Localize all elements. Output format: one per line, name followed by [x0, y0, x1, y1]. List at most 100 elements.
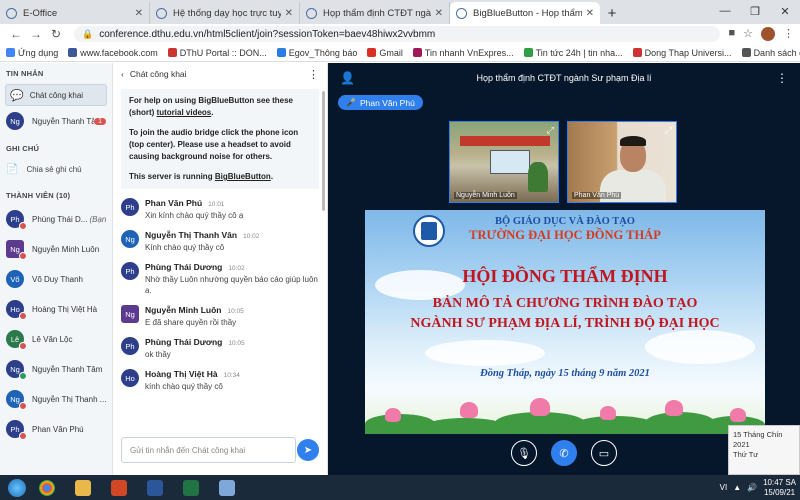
- new-tab-button[interactable]: +: [600, 2, 624, 24]
- bigbluebutton-link[interactable]: BigBlueButton: [215, 172, 271, 181]
- facebook-icon: [68, 48, 78, 57]
- private-chat-entry[interactable]: Ng Nguyễn Thanh Tâm 1: [0, 108, 112, 134]
- slide-university: TRƯỜNG ĐẠI HỌC ĐỒNG THÁP: [469, 228, 661, 242]
- expand-icon[interactable]: ⤢: [547, 125, 554, 136]
- close-window-icon[interactable]: ✕: [770, 0, 800, 22]
- bookmark-vnexpress[interactable]: Tin nhanh VnExpres...: [412, 48, 514, 58]
- language-indicator[interactable]: VI: [720, 483, 728, 492]
- mute-button[interactable]: 🎙: [511, 440, 537, 466]
- close-icon[interactable]: ✕: [435, 8, 443, 19]
- tab-lms[interactable]: Hệ thống dạy học trực tuyến Đạ✕: [150, 2, 300, 24]
- bookmark-dthu-portal[interactable]: DThU Portal :: DON...: [167, 48, 267, 58]
- members-header: THÀNH VIÊN (10): [6, 191, 71, 200]
- bookmarks-bar: Ứng dụng www.facebook.com DThU Portal ::…: [0, 44, 800, 62]
- close-icon[interactable]: ✕: [285, 8, 293, 19]
- tab-favicon-icon: [6, 7, 17, 19]
- network-icon[interactable]: ▲: [733, 483, 741, 492]
- public-chat-panel: ‹ Chát công khai ⋮ For help on using Big…: [113, 63, 328, 475]
- member-item[interactable]: Ng Nguyễn Minh Luôn: [0, 234, 112, 264]
- back-icon[interactable]: ←: [6, 27, 26, 41]
- page-icon: [523, 48, 533, 57]
- maximize-icon[interactable]: ❐: [740, 0, 770, 22]
- member-item[interactable]: Ph Phùng Thái D...(Bạn): [0, 204, 112, 234]
- forward-icon[interactable]: →: [26, 27, 46, 41]
- tab-eoffice[interactable]: E-Office ✕: [0, 2, 150, 24]
- chat-messages: Ph Phan Văn Phú 10:01 Xin kính chào quý th…: [113, 195, 327, 395]
- taskbar-word[interactable]: [138, 477, 172, 499]
- paint-icon: [219, 479, 235, 496]
- webcam-tile[interactable]: ⤢ Nguyễn Minh Luôn: [449, 121, 559, 203]
- chat-message: Ph Phùng Thái Dương 10:05 ok thầy: [113, 334, 327, 363]
- options-menu-icon[interactable]: ⋮: [776, 71, 788, 85]
- tab-favicon-icon: [456, 7, 467, 19]
- apps-icon: [6, 48, 15, 57]
- taskbar-explorer[interactable]: [66, 477, 100, 499]
- expand-icon[interactable]: ⤢: [665, 125, 672, 136]
- mic-icon: [19, 372, 27, 380]
- bookmark-facebook[interactable]: www.facebook.com: [68, 48, 158, 58]
- taskbar-clock[interactable]: 10:47 SA 15/09/21: [763, 478, 796, 498]
- page-icon: [167, 48, 177, 57]
- close-icon[interactable]: ✕: [135, 8, 143, 19]
- bookmark-egov[interactable]: Egov_Thông báo: [276, 48, 357, 58]
- bookmark-reading-list[interactable]: Danh sách đọc: [741, 48, 800, 58]
- member-item[interactable]: Ph Phan Văn Phú: [0, 414, 112, 444]
- windows-start-icon: [8, 478, 26, 497]
- volume-icon[interactable]: 🔊: [747, 483, 757, 492]
- avatar: Ng: [121, 230, 139, 248]
- member-item[interactable]: Võ Võ Duy Thanh: [0, 264, 112, 294]
- reload-icon[interactable]: ↻: [46, 27, 66, 41]
- chat-message: Ph Phùng Thái Dương 10:02 Nhờ thầy Luôn nh…: [113, 259, 327, 299]
- bookmark-tintuc24h[interactable]: Tin tức 24h | tin nha...: [523, 48, 623, 58]
- taskbar-excel[interactable]: [174, 477, 208, 499]
- shared-notes-entry[interactable]: 📄 Chia sẻ ghi chú: [0, 157, 112, 181]
- bookmark-gmail[interactable]: Gmail: [367, 48, 403, 58]
- bookmark-dong-thap-university[interactable]: Dong Thap Universi...: [632, 48, 732, 58]
- chat-scrollbar[interactable]: [322, 91, 325, 211]
- chat-options-icon[interactable]: ⋮: [308, 68, 319, 81]
- tab-meeting[interactable]: Họp thẩm định CTĐT ngành Sư p✕: [300, 2, 450, 24]
- profile-avatar[interactable]: [761, 27, 775, 41]
- chat-header: ‹ Chát công khai ⋮: [113, 63, 327, 85]
- member-item[interactable]: Ng Nguyễn Thị Thanh ...: [0, 384, 112, 414]
- url-field[interactable]: 🔒 conference.dthu.edu.vn/html5client/join…: [74, 26, 721, 42]
- taskbar-powerpoint[interactable]: [102, 477, 136, 499]
- tutorial-videos-link[interactable]: tutorial videos: [157, 108, 212, 117]
- avatar: Lê: [6, 330, 27, 350]
- avatar: Ho: [6, 300, 27, 320]
- bookmark-apps[interactable]: Ứng dụng: [6, 48, 58, 58]
- close-icon[interactable]: ✕: [586, 8, 594, 19]
- lock-icon: 🔒: [82, 28, 94, 39]
- phone-icon: ✆: [559, 447, 569, 460]
- menu-dots-icon[interactable]: ⋮: [783, 27, 794, 41]
- chat-message-input[interactable]: Gửi tin nhắn đến Chát công khai: [121, 437, 296, 463]
- camera-permission-icon[interactable]: ■: [728, 27, 735, 41]
- member-item[interactable]: Lê Lê Văn Lộc: [0, 324, 112, 354]
- chat-message: Ng Nguyễn Thị Thanh Vân 10:02 Kính chào qu…: [113, 227, 327, 256]
- member-item[interactable]: Ho Hoàng Thị Việt Hà: [0, 294, 112, 324]
- muted-mic-icon: [19, 222, 27, 230]
- taskbar-paint[interactable]: [210, 477, 244, 499]
- public-chat-entry[interactable]: 💬 Chát công khai: [5, 84, 107, 106]
- start-button[interactable]: [4, 477, 30, 499]
- send-message-button[interactable]: ➤: [297, 439, 319, 461]
- avatar: Ph: [121, 262, 139, 280]
- webcam-tile[interactable]: ⤢ Phan Văn Phú: [567, 121, 677, 203]
- star-icon[interactable]: ☆: [743, 27, 753, 41]
- minimize-icon[interactable]: —: [710, 0, 740, 22]
- browser-tab-bar: E-Office✕ Hệ thống dạy học trực tuyến Đạ…: [0, 0, 800, 24]
- tab-bigbluebutton[interactable]: BigBlueButton - Họp thẩm đ ✕: [450, 2, 600, 24]
- mic-off-icon: 🎙: [517, 447, 531, 460]
- globe-icon: [276, 48, 286, 57]
- member-item[interactable]: Ng Nguyễn Thanh Tâm: [0, 354, 112, 384]
- taskbar-chrome[interactable]: [30, 477, 64, 499]
- audio-button[interactable]: ✆: [551, 440, 577, 466]
- avatar: Ph: [121, 337, 139, 355]
- chat-message: Ho Hoàng Thị Việt Hà 10:34 kính chào quý t…: [113, 366, 327, 395]
- gmail-icon: [367, 48, 377, 57]
- chevron-left-icon[interactable]: ‹: [121, 69, 124, 79]
- slide-ministry: BỘ GIÁO DỤC VÀ ĐÀO TẠO: [495, 216, 635, 227]
- mic-icon: 🎤: [346, 98, 356, 107]
- slide-date: Đồng Tháp, ngày 15 tháng 9 năm 2021: [480, 368, 650, 379]
- webcam-button[interactable]: ▭: [591, 440, 617, 466]
